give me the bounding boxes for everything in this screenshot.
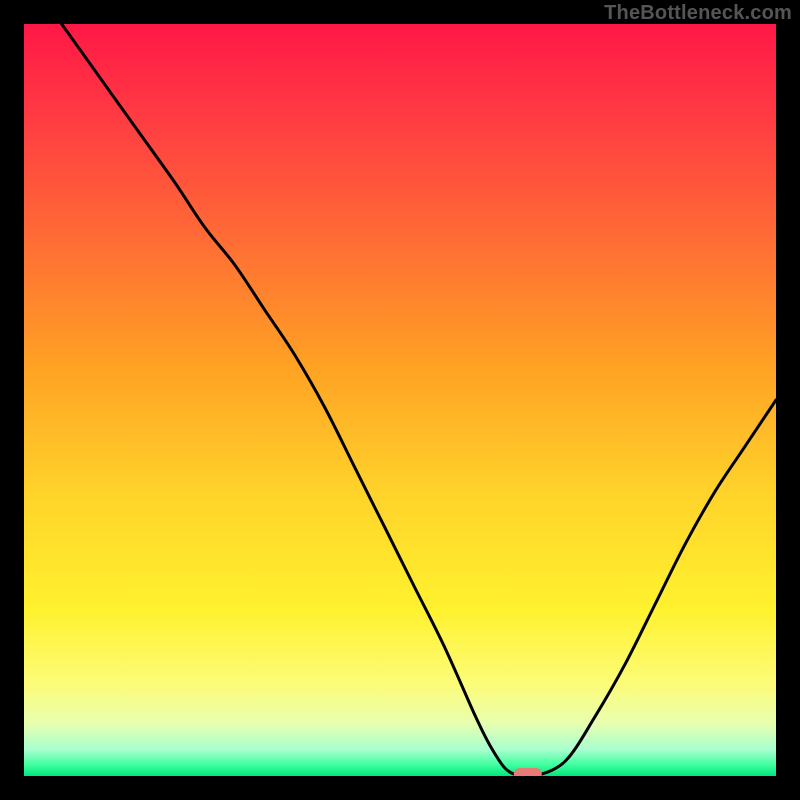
plot-area (24, 24, 776, 776)
watermark-text: TheBottleneck.com (604, 2, 792, 25)
gradient-background (24, 24, 776, 776)
chart-stage: TheBottleneck.com (0, 0, 800, 800)
optimum-marker (514, 768, 542, 776)
chart-svg (24, 24, 776, 776)
